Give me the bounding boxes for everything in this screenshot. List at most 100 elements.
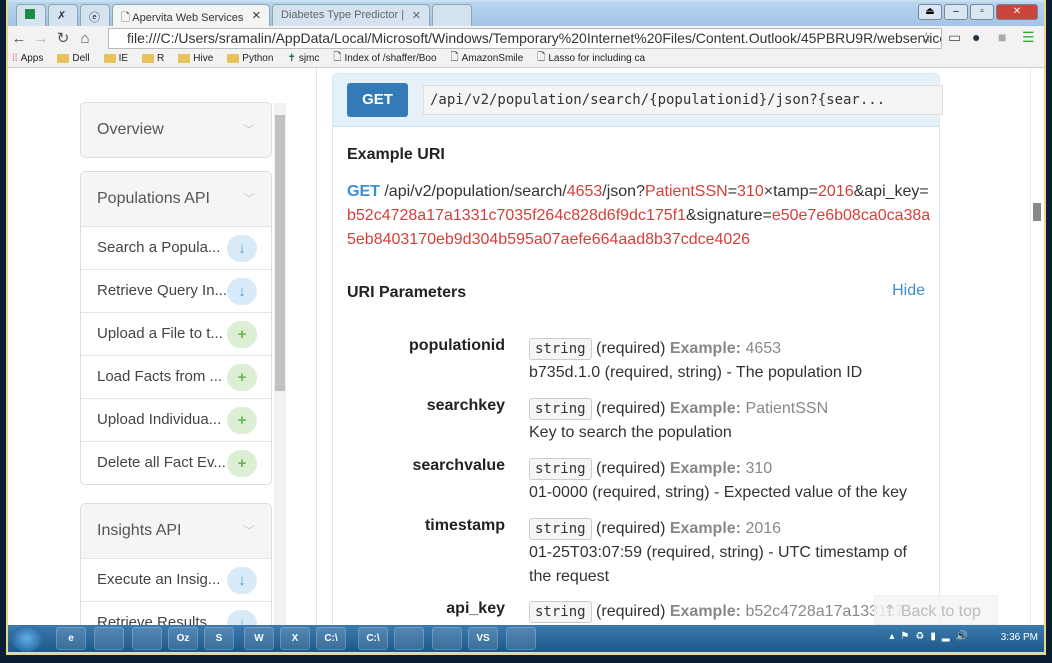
example-label: Example: [669, 520, 741, 537]
reload-icon[interactable]: ↻ [52, 29, 74, 47]
close-tab-icon[interactable]: ✕ [412, 9, 421, 22]
back-to-top-button[interactable]: ⇡ Back to top [874, 595, 998, 625]
page-scrollbar[interactable] [1030, 68, 1042, 625]
bookmark-apps[interactable]: ⁞⁞ Apps [12, 53, 43, 64]
chrome-icon[interactable] [132, 627, 162, 650]
back-to-top-label: Back to top [900, 603, 981, 620]
ex-method: GET [347, 183, 380, 200]
excel-icon[interactable]: X [280, 627, 310, 650]
user-icon[interactable]: ⏏ [918, 4, 942, 20]
cmd-icon[interactable]: C:\ [358, 627, 388, 650]
example-uri: GET /api/v2/population/search/4653/json?… [347, 180, 932, 252]
example-value: 310 [745, 460, 773, 477]
arrow-down-icon: ↓ [227, 567, 257, 594]
bookmark-ie[interactable]: IE [103, 53, 128, 64]
bookmark-hive[interactable]: Hive [178, 53, 213, 64]
sidebar-item-retrieve-query[interactable]: Retrieve Query In... ↓ [81, 269, 271, 312]
sidebar-item-delete-facts[interactable]: Delete all Fact Ev... + [81, 441, 271, 484]
param-name: api_key [446, 600, 505, 617]
ex-value: 2016 [818, 183, 854, 200]
ex-part: &signature= [685, 207, 772, 224]
folders-icon[interactable] [432, 627, 462, 650]
bookmark-label: Dell [72, 53, 90, 64]
bookmark-lasso[interactable]: 🗋 Lasso for including ca [537, 50, 645, 67]
param-desc: Key to search the population [529, 424, 732, 441]
param-desc: 01-0000 (required, string) - Expected va… [529, 484, 907, 501]
bookmark-index[interactable]: 🗋 Index of /shaffer/Boo [333, 50, 436, 67]
tab-diabetes[interactable]: Diabetes Type Predictor | ✕ [272, 4, 430, 26]
new-tab-button[interactable] [432, 4, 472, 26]
param-required: (required) [596, 520, 666, 537]
tab-pinned-2[interactable]: ✗ [48, 4, 78, 26]
back-icon[interactable]: ← [8, 30, 30, 47]
param-name: populationid [409, 337, 505, 354]
hide-link[interactable]: Hide [892, 282, 925, 300]
bookmark-r[interactable]: R [142, 53, 164, 64]
sidebar-section-overview[interactable]: Overview ﹀ [80, 102, 272, 158]
cmd-icon[interactable]: C:\ [316, 627, 346, 650]
sidebar-item-search-population[interactable]: Search a Popula... ↓ [81, 226, 271, 269]
cast-icon[interactable]: ▭ [948, 29, 961, 46]
start-button[interactable] [12, 625, 42, 652]
item-label: Execute an Insig... [97, 571, 221, 588]
star-icon[interactable]: ☆ [920, 29, 933, 46]
itunes-icon[interactable] [394, 627, 424, 650]
item-label: Delete all Fact Ev... [97, 454, 226, 471]
skype-icon[interactable]: S [204, 627, 234, 650]
ex-value: b52c4728a17a1331c7035f264c828d6f9dc175f1 [347, 207, 686, 224]
close-window-button[interactable]: ✕ [996, 4, 1038, 20]
minimize-button[interactable]: – [944, 4, 968, 20]
param-type: string [529, 601, 592, 623]
tab-label: Diabetes Type Predictor | [281, 9, 405, 21]
system-tray[interactable]: ▴⚑♻▮▂🔊 [889, 631, 974, 642]
remote-desktop-icon[interactable] [506, 627, 536, 650]
section-header[interactable]: Overview ﹀ [81, 103, 271, 157]
close-tab-icon[interactable]: ✕ [252, 9, 261, 22]
uri-parameters-heading: URI Parameters [347, 284, 467, 301]
bookmark-label: AmazonSmile [461, 53, 524, 64]
bookmark-label: Hive [193, 53, 214, 64]
section-header[interactable]: Populations API ﹀ [81, 172, 271, 226]
sidebar-item-upload-individual[interactable]: Upload Individua... + [81, 398, 271, 441]
section-title: Insights API [97, 522, 182, 539]
page-icon: 🗋 [333, 52, 342, 63]
endpoint-header[interactable]: GET /api/v2/population/search/{populatio… [333, 74, 943, 127]
visual-studio-icon[interactable]: VS [468, 627, 498, 650]
item-label: Upload a File to t... [97, 325, 223, 342]
bookmark-dell[interactable]: Dell [57, 53, 90, 64]
extension-shield-icon[interactable]: ■ [998, 29, 1006, 45]
section-title: Populations API [97, 190, 210, 207]
apps-grid-icon: ⁞⁞ [12, 53, 18, 64]
extension-e-icon[interactable]: ● [972, 29, 980, 45]
explorer-icon[interactable] [94, 627, 124, 650]
sidebar-item-retrieve-results[interactable]: Retrieve Results ... ↓ [81, 601, 271, 625]
bookmark-python[interactable]: Python [227, 53, 273, 64]
word-icon[interactable]: W [244, 627, 274, 650]
tab-apervita[interactable]: 🗋 Apervita Web Services ✕ [112, 4, 270, 26]
ie-icon[interactable]: e [56, 627, 86, 650]
scrollbar-thumb[interactable] [1033, 203, 1041, 221]
param-required: (required) [596, 603, 666, 620]
tab-pinned-1[interactable] [16, 4, 46, 26]
tab-pinned-3[interactable]: ⓔ [80, 4, 110, 26]
sidebar-item-load-facts[interactable]: Load Facts from ... + [81, 355, 271, 398]
sidebar-scrollbar[interactable] [274, 103, 286, 625]
section-header[interactable]: Insights API ﹀ [81, 504, 271, 558]
param-name: searchkey [426, 397, 505, 414]
menu-icon[interactable]: ☰ [1022, 29, 1035, 46]
uri-template: /api/v2/population/search/{populationid}… [423, 85, 943, 115]
sidebar-item-execute-insight[interactable]: Execute an Insig... ↓ [81, 558, 271, 601]
bookmark-amazonsmile[interactable]: 🗋 AmazonSmile [451, 50, 524, 67]
param-desc: 01-25T03:07:59 (required, string) - UTC … [529, 544, 907, 585]
param-type: string [529, 458, 592, 480]
outlook-icon[interactable]: Oz [168, 627, 198, 650]
bookmark-sjmc[interactable]: ✝ sjmc [287, 53, 319, 64]
sidebar-item-upload-file[interactable]: Upload a File to t... + [81, 312, 271, 355]
home-icon[interactable]: ⌂ [74, 30, 96, 47]
address-bar[interactable]: file:///C:/Users/sramalin/AppData/Local/… [108, 28, 942, 49]
item-label: Retrieve Results ... [97, 614, 224, 625]
method-badge: GET [347, 83, 408, 117]
scrollbar-thumb[interactable] [275, 115, 285, 391]
maximize-button[interactable]: ▫ [970, 4, 994, 20]
forward-icon[interactable]: → [30, 30, 52, 47]
